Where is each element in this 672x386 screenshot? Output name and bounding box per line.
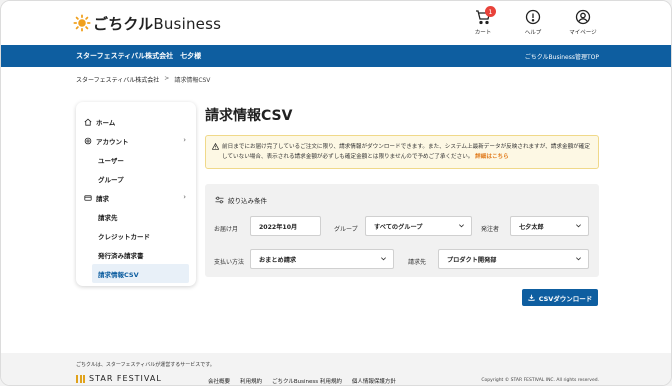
sidebar-item-billing-address[interactable]: 請求先	[76, 207, 189, 226]
star-festival-logo[interactable]: STAR FESTIVAL	[76, 374, 162, 383]
star-festival-logo-icon	[76, 374, 85, 383]
warning-icon	[212, 143, 219, 150]
footer: ごちクルは、スターフェスティバルが運営するサービスです。 STAR FESTIV…	[1, 353, 671, 385]
chevron-right-icon: ›	[183, 193, 186, 201]
cart-label: カート	[474, 30, 492, 36]
footer-note: ごちクルは、スターフェスティバルが運営するサービスです。	[76, 362, 215, 368]
logo-sub-text: Business	[153, 14, 222, 33]
cart-count-badge: 1	[485, 6, 496, 17]
sidebar-item-users[interactable]: ユーザー	[76, 150, 189, 169]
logo-text: ごちクルBusiness	[93, 13, 221, 34]
mypage-button[interactable]: マイページ	[563, 9, 603, 36]
filter-sliders-icon	[215, 196, 224, 204]
chevron-down-icon	[459, 224, 464, 228]
orderer-select[interactable]: 七夕太郎	[510, 216, 589, 236]
sidebar-home-label: ホーム	[96, 118, 116, 127]
account-bar: スターフェスティバル株式会社 七夕様 ごちクルBusiness管理TOP	[1, 45, 671, 67]
orderer-label: 発注者	[481, 226, 500, 233]
footer-link-company[interactable]: 会社概要	[208, 377, 230, 385]
footer-links: 会社概要 利用規約 ごちクルBusiness 利用規約 個人情報保護方針	[208, 377, 396, 385]
mypage-label: マイページ	[569, 30, 597, 36]
notice-text: 前日までにお届け完了しているご注文に限り、請求情報がダウンロードできます。また、…	[222, 144, 590, 160]
breadcrumb-separator: >	[164, 75, 170, 82]
admin-top-link[interactable]: ごちクルBusiness管理TOP	[525, 52, 599, 61]
notice-detail-link[interactable]: 詳細はこちら	[475, 154, 509, 160]
breadcrumb-current: 請求情報CSV	[174, 77, 211, 84]
sidebar-item-account[interactable]: アカウント ›	[76, 131, 196, 150]
billing-to-value: プロダクト開発部	[447, 256, 497, 264]
logo-main-text: ごちクル	[93, 14, 154, 33]
company-name: スターフェスティバル株式会社 七夕様	[76, 52, 202, 60]
billing-to-select[interactable]: プロダクト開発部	[438, 249, 589, 269]
sidebar-item-groups[interactable]: グループ	[76, 169, 189, 188]
sidebar-item-home[interactable]: ホーム	[76, 112, 196, 131]
app-frame: ごちクルBusiness 1 カート ヘルプ マイページ スターフェスティバル株…	[0, 0, 672, 386]
billing-to-label: 請求先	[408, 259, 427, 266]
footer-link-business-terms[interactable]: ごちクルBusiness 利用規約	[272, 377, 342, 385]
csv-download-button[interactable]: CSVダウンロード	[522, 289, 598, 306]
home-icon	[84, 118, 92, 126]
filter-header: 絞り込み条件	[215, 195, 267, 205]
breadcrumb-root[interactable]: スターフェスティバル株式会社	[76, 75, 159, 84]
delivery-month-input[interactable]: 2022年10月	[250, 216, 321, 236]
top-header: ごちクルBusiness 1 カート ヘルプ マイページ	[1, 1, 671, 45]
sidebar-item-credit-card[interactable]: クレジットカード	[76, 226, 189, 245]
group-select[interactable]: すべてのグループ	[365, 216, 472, 236]
payment-method-value: おまとめ請求	[259, 256, 297, 264]
chevron-down-icon	[576, 257, 581, 261]
cart-button[interactable]: 1 カート	[463, 6, 503, 36]
page-title: 請求情報CSV	[205, 108, 293, 124]
sidebar-item-billing[interactable]: 請求 ›	[76, 188, 196, 207]
orderer-value: 七夕太郎	[519, 223, 544, 231]
chevron-right-icon: ›	[183, 136, 186, 144]
sidebar-billing-label: 請求	[96, 194, 109, 203]
sidebar: ホーム アカウント › ユーザー グループ 請求 › 請求先 クレジットカード …	[76, 102, 196, 286]
group-value: すべてのグループ	[374, 223, 423, 231]
sidebar-account-label: アカウント	[96, 137, 129, 146]
help-button[interactable]: ヘルプ	[513, 9, 553, 36]
filter-panel: 絞り込み条件 お届け月 2022年10月 グループ すべてのグループ 発注者 七…	[205, 184, 599, 277]
star-festival-brand: STAR FESTIVAL	[89, 374, 162, 383]
help-label: ヘルプ	[524, 30, 542, 36]
footer-link-terms[interactable]: 利用規約	[240, 377, 262, 385]
sidebar-item-issued-invoices[interactable]: 発行済み請求書	[76, 245, 189, 264]
gochikuru-logo[interactable]: ごちクルBusiness	[73, 12, 221, 34]
breadcrumb: スターフェスティバル株式会社 > 請求情報CSV	[76, 75, 210, 84]
delivery-month-value: 2022年10月	[259, 223, 298, 231]
copyright: Copyright © STAR FESTIVAL INC. All right…	[481, 378, 599, 383]
sun-logo-icon	[73, 14, 91, 32]
billing-card-icon	[84, 194, 92, 201]
delivery-month-label: お届け月	[214, 226, 239, 233]
chevron-down-icon	[381, 257, 386, 261]
payment-method-label: 支払い方法	[214, 259, 245, 266]
filter-title: 絞り込み条件	[228, 197, 267, 205]
user-icon	[575, 9, 591, 25]
csv-download-label: CSVダウンロード	[538, 294, 593, 303]
download-icon	[528, 294, 535, 301]
footer-link-privacy[interactable]: 個人情報保護方針	[352, 377, 396, 385]
chevron-down-icon	[576, 224, 581, 228]
payment-method-select[interactable]: おまとめ請求	[250, 249, 394, 269]
group-label: グループ	[334, 226, 358, 233]
sidebar-item-billing-csv[interactable]: 請求情報CSV	[92, 264, 189, 283]
account-gear-icon	[84, 137, 92, 144]
notice-box: 前日までにお届け完了しているご注文に限り、請求情報がダウンロードできます。また、…	[205, 135, 599, 169]
header-actions: 1 カート ヘルプ マイページ	[463, 6, 603, 36]
help-icon	[525, 9, 541, 25]
